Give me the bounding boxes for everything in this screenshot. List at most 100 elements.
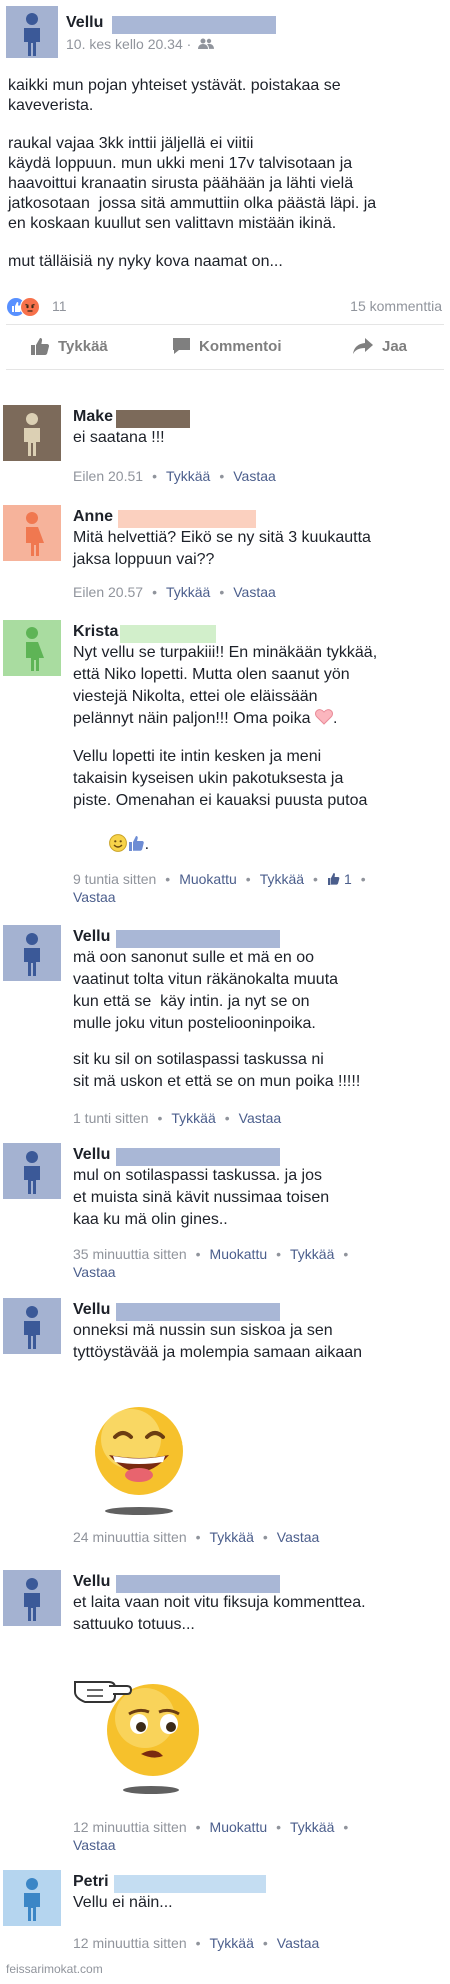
comment-count-link[interactable]: 15 kommenttia [350, 298, 442, 314]
post-header: Vellu 10. kes kello 20.34 · [0, 0, 450, 62]
comment-reply-link[interactable]: Vastaa [239, 1110, 282, 1126]
comment-time[interactable]: Eilen 20.57 [73, 584, 143, 600]
comment-edited-link[interactable]: Muokattu [210, 1246, 268, 1262]
comment-meta: 12 minuuttia sitten • Muokattu • Tykkää • Vast… [73, 1819, 349, 1853]
comment-paragraph: Vellu lopetti ite intin kesken ja meni t… [73, 746, 433, 881]
comment-time[interactable]: 35 minuuttia sitten [73, 1246, 187, 1262]
comment-time[interactable]: 9 tuntia sitten [73, 871, 156, 887]
post-paragraph: raukal vajaa 3kk inttii jäljellä ei viit… [8, 135, 377, 232]
comment-reply-link[interactable]: Vastaa [233, 584, 276, 600]
share-arrow-icon [353, 338, 373, 354]
comment-paragraph: Nyt vellu se turpakiii!! En minäkään tyk… [73, 642, 433, 732]
commenter-avatar[interactable] [3, 505, 61, 561]
comment-reply-link[interactable]: Vastaa [73, 889, 116, 905]
post-body: kaikki mun pojan yhteiset ystävät. poist… [0, 62, 450, 272]
redacted-surname [116, 410, 190, 428]
comment-meta: Eilen 20.57 • Tykkää • Vastaa [73, 584, 276, 600]
commenter-avatar[interactable] [3, 1570, 61, 1626]
comment-time[interactable]: 12 minuuttia sitten [73, 1819, 187, 1835]
redacted-surname [116, 1148, 280, 1166]
thumbs-up-icon [31, 338, 50, 355]
comment-text: Mitä helvettiä? Eikö se ny sitä 3 kuukau… [73, 527, 433, 585]
commenter-name[interactable]: Vellu [73, 1573, 110, 1591]
post-author-name[interactable]: Vellu [66, 14, 103, 32]
comment-button[interactable]: Kommentoi [172, 337, 282, 355]
comment-reply-link[interactable]: Vastaa [73, 1264, 116, 1280]
share-button[interactable]: Jaa [352, 337, 407, 355]
comment-like-link[interactable]: Tykkää [290, 1246, 334, 1262]
commenter-name[interactable]: Vellu [73, 1146, 110, 1164]
laughing-emoji-icon [73, 1393, 203, 1523]
commenter-name[interactable]: Vellu [73, 928, 110, 946]
comment-time[interactable]: 12 minuuttia sitten [73, 1935, 187, 1951]
redacted-surname [120, 625, 216, 643]
comment-time[interactable]: 24 minuuttia sitten [73, 1529, 187, 1545]
redacted-surname [116, 930, 280, 948]
comment-text: mul on sotilaspassi taskussa. ja jos et … [73, 1165, 433, 1245]
comment-reply-link[interactable]: Vastaa [277, 1529, 320, 1545]
comment-reply-link[interactable]: Vastaa [233, 468, 276, 484]
commenter-name[interactable]: Petri [73, 1873, 109, 1891]
comment-paragraph: Vellu ei näin... [73, 1894, 173, 1911]
comment-like-count[interactable]: 1 [327, 871, 352, 887]
comment: Vellu mä oon sanonut sulle et mä en oo v… [0, 925, 450, 1135]
commenter-avatar[interactable] [3, 405, 61, 461]
comment-meta: 1 tunti sitten • Tykkää • Vastaa [73, 1110, 282, 1126]
post-paragraph: kaikki mun pojan yhteiset ystävät. poist… [8, 77, 341, 114]
like-button[interactable]: Tykkää [30, 337, 108, 355]
comment: Make ei saatana !!! Eilen 20.51 • Tykkää • V… [0, 405, 450, 490]
comment-text: ei saatana !!! [73, 427, 433, 463]
comment-reply-link[interactable]: Vastaa [73, 1837, 116, 1853]
comment-edited-link[interactable]: Muokattu [179, 871, 237, 887]
pointing-at-head-emoji-icon [73, 1662, 223, 1802]
comment-reply-link[interactable]: Vastaa [277, 1935, 320, 1951]
comment-meta: 9 tuntia sitten • Muokattu • Tykkää • 1 • Vastaa [73, 871, 366, 905]
commenter-avatar[interactable] [3, 1870, 61, 1926]
comment-text: Nyt vellu se turpakiii!! En minäkään tyk… [73, 642, 433, 895]
comment-time[interactable]: 1 tunti sitten [73, 1110, 149, 1126]
comment-button-label: Kommentoi [199, 337, 282, 355]
commenter-name[interactable]: Anne [73, 508, 113, 526]
commenter-name[interactable]: Krista [73, 623, 118, 641]
comment-paragraph: Mitä helvettiä? Eikö se ny sitä 3 kuukau… [73, 529, 371, 568]
comment-paragraph: onneksi mä nussin sun siskoa ja sen tytt… [73, 1322, 363, 1361]
reaction-count: 11 [52, 298, 67, 314]
comment-meta: 12 minuuttia sitten • Tykkää • Vastaa [73, 1935, 320, 1951]
redacted-surname [116, 1575, 280, 1593]
like-icon [327, 873, 340, 885]
comment-paragraph: ei saatana !!! [73, 429, 165, 446]
comment-like-link[interactable]: Tykkää [166, 584, 210, 600]
speech-bubble-icon [173, 338, 190, 354]
comment-paragraph: sit ku sil on sotilaspassi taskussa ni s… [73, 1051, 361, 1090]
comment-like-link[interactable]: Tykkää [166, 468, 210, 484]
comment-like-link[interactable]: Tykkää [260, 871, 304, 887]
comment-meta: Eilen 20.51 • Tykkää • Vastaa [73, 468, 276, 484]
redacted-surname [114, 1875, 266, 1893]
comment-time[interactable]: Eilen 20.51 [73, 468, 143, 484]
comment-like-link[interactable]: Tykkää [171, 1110, 215, 1126]
commenter-avatar[interactable] [3, 620, 61, 676]
comment-like-link[interactable]: Tykkää [210, 1935, 254, 1951]
commenter-name[interactable]: Vellu [73, 1301, 110, 1319]
comment: Vellu mul on sotilaspassi taskussa. ja j… [0, 1143, 450, 1283]
comment-edited-link[interactable]: Muokattu [210, 1819, 268, 1835]
author-avatar[interactable] [6, 6, 58, 58]
friends-icon [198, 38, 215, 49]
comment-meta: 35 minuuttia sitten • Muokattu • Tykkää • Vast… [73, 1246, 349, 1280]
comment-paragraph: mä oon sanonut sulle et mä en oo vaatinu… [73, 949, 339, 1032]
post-timestamp[interactable]: 10. kes kello 20.34 · [66, 36, 215, 52]
commenter-name[interactable]: Make [73, 408, 113, 426]
thumbs-up-emoji-icon [127, 834, 145, 859]
commenter-avatar[interactable] [3, 1143, 61, 1199]
comment: Vellu onneksi mä nussin sun siskoa ja se… [0, 1298, 450, 1548]
comment: Vellu et laita vaan noit vitu fiksuja ko… [0, 1570, 450, 1855]
commenter-avatar[interactable] [3, 1298, 61, 1354]
reactions-summary[interactable]: 11 15 kommenttia [6, 290, 444, 325]
post-actions: Tykkää Kommentoi Jaa [6, 325, 444, 370]
comment-like-link[interactable]: Tykkää [290, 1819, 334, 1835]
smiley-emoji-icon [108, 834, 127, 859]
commenter-avatar[interactable] [3, 925, 61, 981]
site-watermark: feissarimokat.com [6, 1962, 103, 1976]
comment-like-link[interactable]: Tykkää [210, 1529, 254, 1545]
redacted-surname [118, 510, 256, 528]
